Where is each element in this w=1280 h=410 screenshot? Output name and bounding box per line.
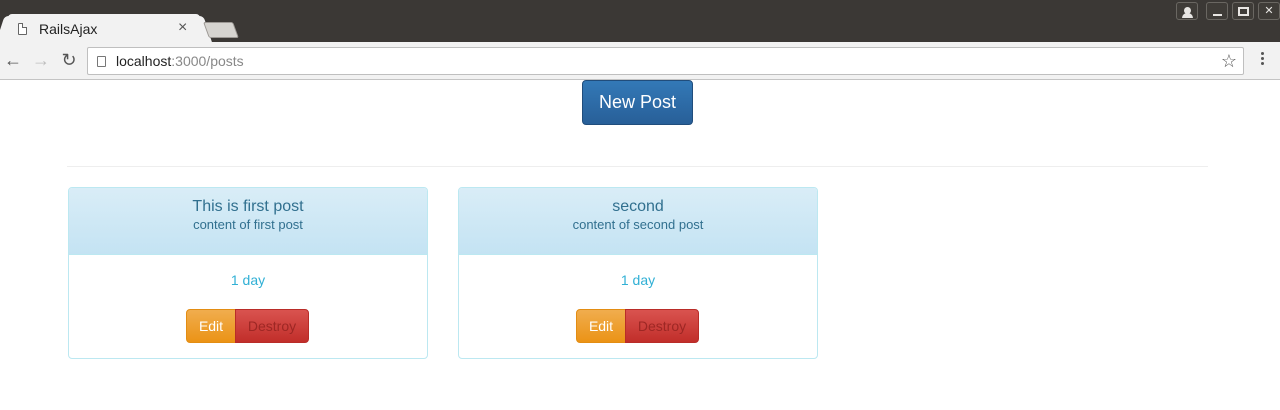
page-info-icon[interactable]	[97, 56, 106, 67]
tab-close-icon[interactable]: ×	[178, 19, 187, 37]
edit-button[interactable]: Edit	[186, 309, 236, 343]
back-arrow-icon[interactable]: ←	[3, 50, 23, 70]
post-content: content of first post	[193, 217, 303, 232]
post-card-header: second content of second post	[459, 188, 817, 255]
post-actions: Edit Destroy	[186, 309, 310, 343]
address-bar[interactable]: localhost:3000/posts ☆	[87, 47, 1244, 75]
forward-arrow-icon[interactable]: →	[31, 50, 51, 70]
post-card: This is first post content of first post…	[68, 187, 428, 359]
new-post-button[interactable]: New Post	[582, 80, 693, 125]
bookmark-star-icon[interactable]: ☆	[1221, 51, 1237, 71]
browser-tab[interactable]: RailsAjax ×	[8, 14, 200, 44]
post-card: second content of second post 1 day Edit…	[458, 187, 818, 359]
url-host: localhost	[116, 53, 172, 69]
post-title: This is first post	[192, 198, 304, 215]
page-content: New Post This is first post content of f…	[0, 80, 1280, 410]
post-actions: Edit Destroy	[576, 309, 700, 343]
close-window-icon[interactable]: ✕	[1258, 2, 1280, 20]
destroy-button[interactable]: Destroy	[625, 309, 699, 343]
minimize-icon[interactable]	[1206, 2, 1228, 20]
post-time: 1 day	[620, 272, 656, 288]
browser-toolbar: ← → ↻ localhost:3000/posts ☆	[0, 42, 1280, 80]
edit-button[interactable]: Edit	[576, 309, 626, 343]
post-title: second	[612, 198, 664, 215]
post-time: 1 day	[230, 272, 266, 288]
maximize-icon[interactable]	[1232, 2, 1254, 20]
post-card-header: This is first post content of first post	[69, 188, 427, 255]
url-path: :3000/posts	[171, 53, 244, 69]
browser-menu-icon[interactable]	[1256, 50, 1268, 70]
page-favicon-icon	[18, 23, 27, 35]
reload-icon[interactable]: ↻	[59, 50, 79, 70]
browser-titlebar: RailsAjax × ✕	[0, 0, 1280, 44]
url-text[interactable]: localhost:3000/posts	[116, 53, 244, 69]
post-content: content of second post	[572, 217, 704, 232]
destroy-button[interactable]: Destroy	[235, 309, 309, 343]
divider	[67, 166, 1208, 167]
new-tab-button[interactable]	[203, 22, 239, 38]
profile-icon[interactable]	[1176, 2, 1198, 20]
tab-title: RailsAjax	[39, 21, 98, 37]
